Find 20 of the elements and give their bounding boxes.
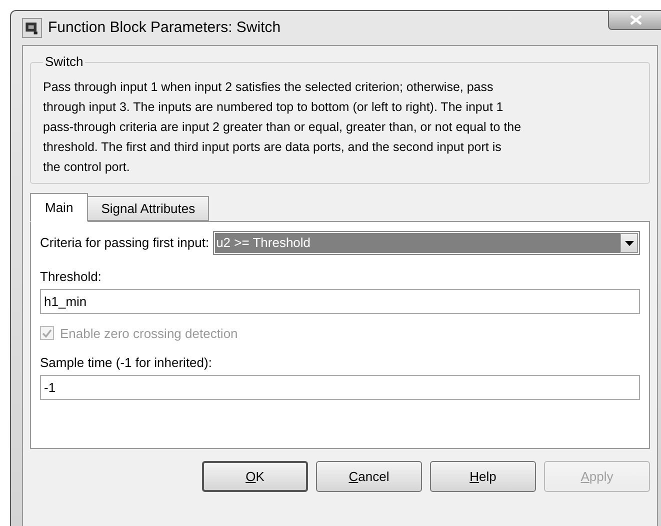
field-label: Threshold:: [40, 268, 102, 286]
close-button[interactable]: [608, 10, 661, 30]
criteria-dropdown[interactable]: u2 >= Threshold: [213, 231, 640, 255]
description-text: Pass through input 1 when input 2 satisfies the selected criterion; otherwise, pass through input 3. The inputs are numbered top to bottom (or left to right). The input 1 pass-through criteria are input 2 greater than or equal, greater than, or not equal to the threshold. The first and third input ports are data ports, and the second input port is the control port.: [43, 79, 522, 176]
dialog-button[interactable]: OK: [202, 461, 308, 492]
dropdown-button[interactable]: [620, 233, 638, 253]
dialog-button[interactable]: Cancel: [316, 461, 422, 492]
caret-icon: [624, 240, 634, 246]
sample-time-field[interactable]: -1: [40, 374, 640, 400]
checkbox-label: Enable zero crossing detection: [60, 324, 238, 343]
tab[interactable]: Main: [30, 193, 88, 222]
threshold-field[interactable]: h1_min: [40, 288, 640, 314]
field-label: Criteria for passing first input:: [40, 234, 210, 252]
tab[interactable]: Signal Attributes: [88, 196, 210, 221]
field-label: Sample time (-1 for inherited):: [40, 354, 212, 372]
close-icon: [630, 15, 642, 25]
checkmark-icon: [42, 328, 52, 338]
dialog-button[interactable]: Help: [430, 461, 536, 492]
block-icon: [22, 18, 42, 38]
window-title: Function Block Parameters: Switch: [48, 18, 281, 38]
